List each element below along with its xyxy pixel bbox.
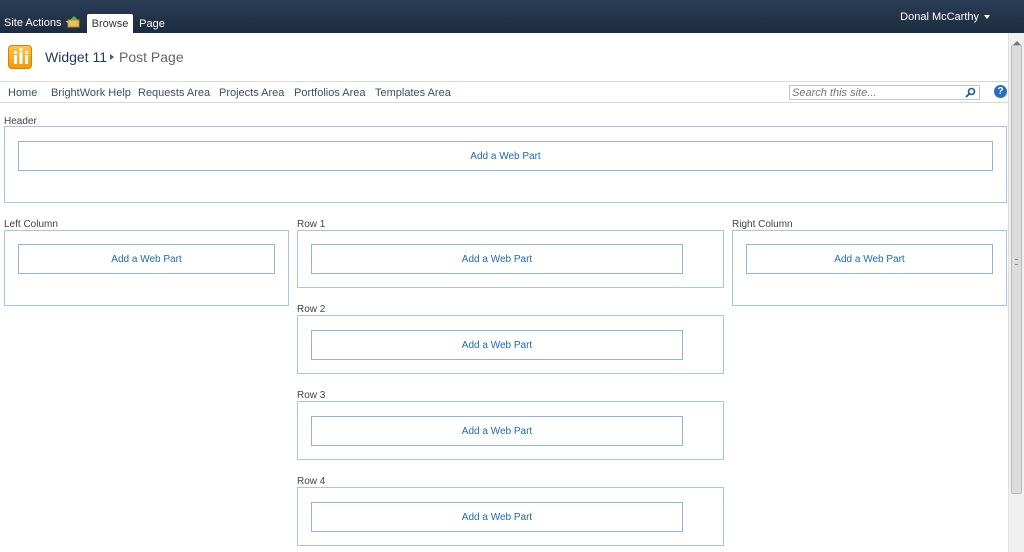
search-box	[789, 85, 980, 100]
zone-label-row-3: Row 3	[297, 390, 326, 401]
tab-browse-label: Browse	[91, 18, 129, 30]
scroll-thumb[interactable]	[1011, 45, 1022, 494]
help-icon[interactable]: ?	[994, 85, 1007, 98]
nav-item-portfolios-area[interactable]: Portfolios Area	[294, 87, 366, 99]
zone-right-column: Add a Web Part	[732, 230, 1007, 306]
zone-label-left-column: Left Column	[4, 219, 58, 230]
tab-browse[interactable]: Browse	[87, 14, 133, 33]
zone-left-column: Add a Web Part	[4, 230, 289, 306]
add-web-part-button-row-1[interactable]: Add a Web Part	[311, 244, 683, 274]
add-web-part-button-header[interactable]: Add a Web Part	[18, 141, 993, 171]
user-menu[interactable]: Donal McCarthy	[900, 11, 990, 23]
add-web-part-button-right-column[interactable]: Add a Web Part	[746, 244, 993, 274]
tab-page[interactable]: Page	[136, 14, 168, 33]
zone-row-1: Add a Web Part	[297, 230, 724, 288]
vertical-scrollbar[interactable]	[1008, 33, 1024, 552]
zone-header: Add a Web Part	[4, 126, 1007, 203]
site-actions-menu[interactable]: Site Actions	[4, 17, 73, 29]
add-web-part-button-row-4[interactable]: Add a Web Part	[311, 502, 683, 532]
search-input[interactable]	[790, 86, 960, 99]
site-logo-icon[interactable]	[8, 45, 32, 69]
nav-item-home[interactable]: Home	[8, 87, 37, 99]
tab-page-label: Page	[139, 18, 165, 30]
breadcrumb-arrow-icon	[110, 54, 114, 60]
nav-item-requests-area[interactable]: Requests Area	[138, 87, 210, 99]
zone-row-4: Add a Web Part	[297, 487, 724, 546]
add-web-part-button-left-column[interactable]: Add a Web Part	[18, 244, 275, 274]
zone-label-row-1: Row 1	[297, 219, 326, 230]
navigate-up-icon[interactable]	[67, 16, 81, 28]
grip-icon	[1015, 259, 1018, 265]
nav-item-projects-area[interactable]: Projects Area	[219, 87, 284, 99]
search-icon[interactable]	[965, 87, 976, 98]
zone-row-2: Add a Web Part	[297, 315, 724, 374]
zone-label-right-column: Right Column	[732, 219, 793, 230]
nav-item-brightwork-help[interactable]: BrightWork Help	[51, 87, 131, 99]
add-web-part-button-row-3[interactable]: Add a Web Part	[311, 416, 683, 446]
top-navigation: Home BrightWork Help Requests Area Proje…	[0, 82, 1008, 103]
nav-item-templates-area[interactable]: Templates Area	[375, 87, 451, 99]
site-title-link[interactable]: Widget 11	[45, 49, 107, 65]
add-web-part-button-row-2[interactable]: Add a Web Part	[311, 330, 683, 360]
zone-row-3: Add a Web Part	[297, 401, 724, 460]
zone-label-row-4: Row 4	[297, 476, 326, 487]
page-title: Post Page	[119, 49, 184, 65]
ribbon: Site Actions Browse Page Donal McCarthy	[0, 0, 1024, 33]
title-row: Widget 11 Post Page	[0, 33, 1008, 82]
user-name: Donal McCarthy	[900, 11, 979, 23]
chevron-down-icon	[984, 15, 990, 19]
zone-label-row-2: Row 2	[297, 304, 326, 315]
site-actions-label: Site Actions	[4, 17, 62, 29]
